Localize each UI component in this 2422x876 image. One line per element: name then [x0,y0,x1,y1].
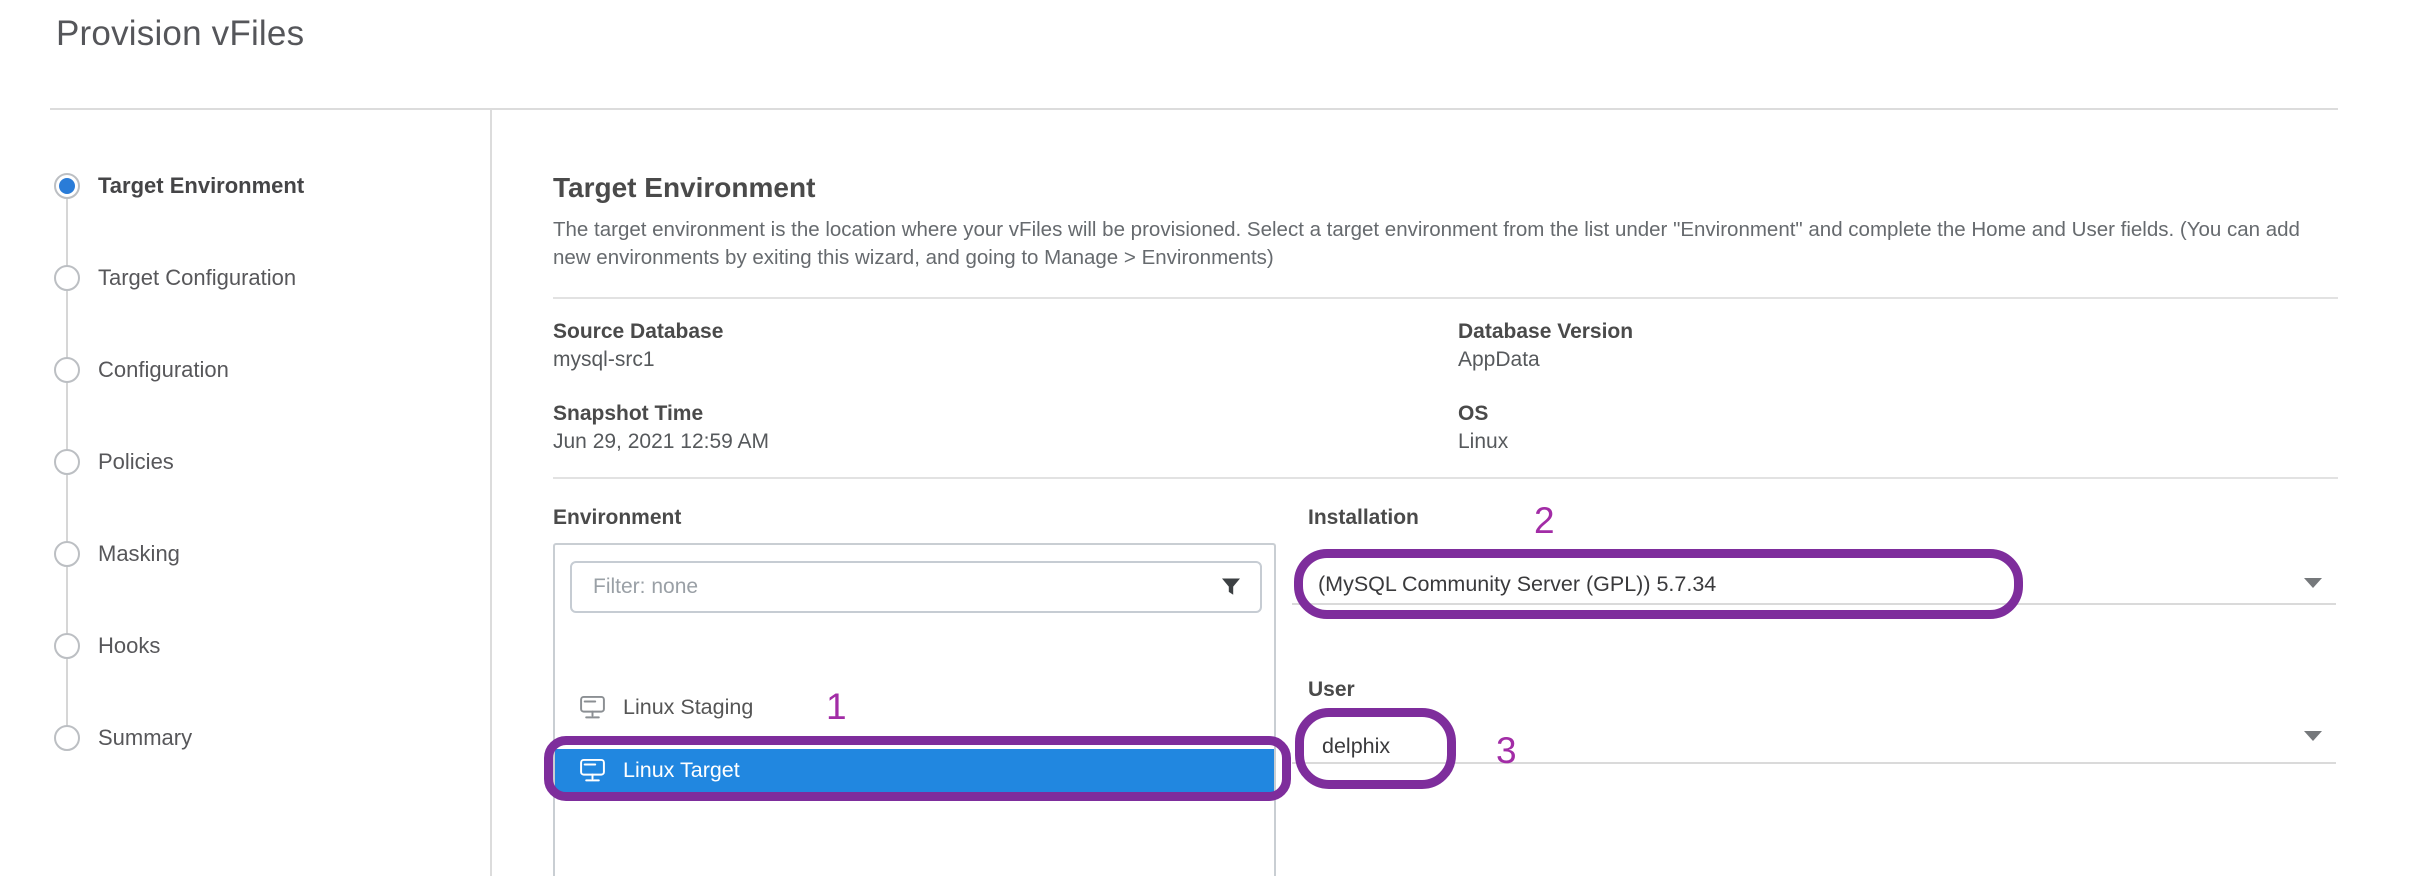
step-label: Target Environment [98,173,304,199]
info-value-source-database: mysql-src1 [553,348,655,372]
step-masking[interactable]: Masking [54,536,180,572]
step-label: Hooks [98,633,160,659]
sidebar-divider [490,109,492,876]
annotation-number-3: 3 [1496,730,1517,772]
installation-label: Installation [1308,506,1419,530]
environment-filter-input[interactable] [572,575,1220,599]
installation-select[interactable]: (MySQL Community Server (GPL)) 5.7.34 [1318,572,1716,597]
chevron-down-icon[interactable] [2304,731,2322,741]
info-label-source-database: Source Database [553,320,723,344]
environment-list-box: Linux Staging Linux Target [553,543,1276,876]
step-target-configuration[interactable]: Target Configuration [54,260,296,296]
divider [553,297,2338,299]
step-target-environment[interactable]: Target Environment [54,168,304,204]
host-monitor-icon [579,758,606,783]
section-description: The target environment is the location w… [553,216,2343,272]
step-dot [54,265,80,291]
step-policies[interactable]: Policies [54,444,174,480]
info-label-database-version: Database Version [1458,320,1633,344]
host-monitor-icon [579,695,606,720]
provision-vfiles-wizard: Provision vFiles Target Environment Targ… [0,0,2422,876]
step-label: Target Configuration [98,265,296,291]
step-dot [54,541,80,567]
environment-filter[interactable] [570,561,1262,613]
environment-item-linux-target[interactable]: Linux Target [555,749,1274,792]
step-dot [54,633,80,659]
step-label: Configuration [98,357,229,383]
info-value-os: Linux [1458,430,1508,454]
filter-funnel-icon[interactable] [1220,576,1242,598]
step-dot-active [54,173,80,199]
step-summary[interactable]: Summary [54,720,192,756]
info-value-database-version: AppData [1458,348,1540,372]
info-value-snapshot-time: Jun 29, 2021 12:59 AM [553,430,769,454]
installation-select-underline [1292,603,2336,605]
step-label: Summary [98,725,192,751]
description-line1: The target environment is the location w… [553,218,2115,241]
step-dot [54,725,80,751]
chevron-down-icon[interactable] [2304,578,2322,588]
step-dot [54,449,80,475]
header-divider [50,108,2338,110]
info-label-snapshot-time: Snapshot Time [553,402,703,426]
divider [553,477,2338,479]
section-title: Target Environment [553,172,815,204]
step-label: Policies [98,449,174,475]
environment-item-linux-staging[interactable]: Linux Staging [555,686,1274,729]
info-label-os: OS [1458,402,1488,426]
environment-item-label: Linux Target [623,758,740,783]
user-select-underline [1292,762,2336,764]
user-label: User [1308,678,1355,702]
step-configuration[interactable]: Configuration [54,352,229,388]
annotation-number-2: 2 [1534,500,1555,542]
environment-label: Environment [553,506,681,530]
step-dot [54,357,80,383]
step-label: Masking [98,541,180,567]
page-title: Provision vFiles [56,14,304,54]
environment-item-label: Linux Staging [623,695,753,720]
step-hooks[interactable]: Hooks [54,628,160,664]
user-select[interactable]: delphix [1322,734,1390,759]
